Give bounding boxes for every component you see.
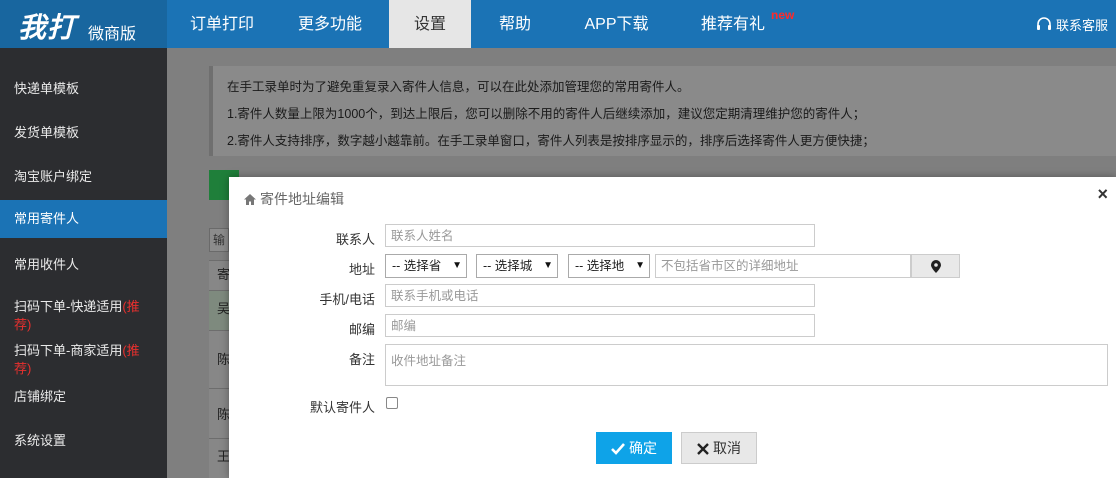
remark-textarea[interactable] [385, 344, 1108, 386]
district-select-value: -- 选择地 [575, 259, 625, 273]
dialog-title: 寄件地址编辑 [243, 189, 344, 209]
cancel-label: 取消 [713, 440, 741, 456]
sidebar-item-scan-order-express[interactable]: 扫码下单-快递适用(推荐) [0, 298, 167, 334]
notice-line: 1.寄件人数量上限为1000个，到达上限后，您可以删除不用的寄件人后继续添加，建… [227, 107, 866, 121]
nav-item-more-features[interactable]: 更多功能 [277, 0, 383, 48]
locate-button[interactable] [911, 254, 960, 278]
sidebar-item-express-template[interactable]: 快递单模板 [0, 78, 167, 96]
nav-item-help[interactable]: 帮助 [479, 0, 551, 48]
dialog-title-text: 寄件地址编辑 [260, 191, 344, 207]
district-select[interactable]: -- 选择地 ▼ [568, 254, 650, 278]
logo-main-text: 我打 [18, 11, 77, 44]
logo-sub-text: 微商版 [88, 26, 137, 43]
caret-down-icon: ▼ [541, 255, 553, 277]
nav-item-app-download[interactable]: APP下载 [569, 0, 664, 48]
logo[interactable]: 我打 微商版 [0, 0, 167, 48]
close-icon [697, 443, 709, 455]
sidebar-item-label: 扫码下单-商家适用 [14, 343, 123, 358]
new-badge: new [771, 8, 795, 22]
customer-service-label: 联系客服 [1055, 18, 1108, 33]
map-marker-icon [931, 260, 941, 273]
headset-icon [1036, 17, 1051, 30]
city-select-value: -- 选择城 [483, 259, 533, 273]
remark-label: 备注 [348, 352, 375, 367]
province-select-value: -- 选择省 [392, 259, 442, 273]
notice-box: 在手工录单时为了避免重复录入寄件人信息，可以在此处添加管理您的常用寄件人。 1.… [209, 66, 1116, 156]
contact-label: 联系人 [335, 232, 375, 247]
sender-address-dialog: 寄件地址编辑 × 联系人 地址 -- 选择省▼ -- 选择城▼ -- 选择地▼ … [229, 177, 1116, 478]
sidebar-item-store-binding[interactable]: 店铺绑定 [0, 386, 167, 404]
default-sender-checkbox[interactable] [386, 397, 398, 409]
confirm-label: 确定 [629, 440, 657, 456]
address-label: 地址 [348, 262, 375, 277]
table-header: 寄 [209, 260, 229, 290]
sidebar-item-taobao-binding[interactable]: 淘宝账户绑定 [0, 166, 167, 184]
phone-input[interactable] [385, 284, 815, 307]
cancel-button[interactable]: 取消 [681, 432, 757, 464]
recommend-tag: (推 [122, 299, 140, 314]
caret-down-icon: ▼ [450, 255, 462, 277]
sender-search-input[interactable]: 输 [209, 228, 229, 252]
zip-label: 邮编 [348, 322, 375, 337]
sidebar-item-delivery-template[interactable]: 发货单模板 [0, 122, 167, 140]
nav-item-order-print[interactable]: 订单打印 [167, 0, 277, 48]
confirm-button[interactable]: 确定 [596, 432, 672, 464]
notice-line: 2.寄件人支持排序，数字越小越靠前。在手工录单窗口，寄件人列表是按排序显示的，排… [227, 134, 875, 148]
table-row[interactable]: 王 [209, 438, 229, 478]
detail-address-input[interactable] [655, 254, 911, 278]
table-row[interactable]: 陈 [209, 388, 229, 438]
sidebar-item-system-settings[interactable]: 系统设置 [0, 430, 167, 448]
phone-label: 手机/电话 [319, 292, 375, 307]
caret-down-icon: ▼ [633, 255, 645, 277]
customer-service-link[interactable]: 联系客服 [1036, 0, 1108, 48]
top-nav-bar: 我打 微商版 订单打印 更多功能 设置 帮助 APP下载 推荐有礼 new 联系… [0, 0, 1116, 48]
recommend-tag: (推 [122, 343, 140, 358]
recommend-tag-end: 荐) [14, 361, 32, 376]
nav-item-referral[interactable]: 推荐有礼 [694, 0, 772, 48]
sidebar-item-label: 扫码下单-快递适用 [14, 299, 123, 314]
zip-code-input[interactable] [385, 314, 815, 337]
sidebar-item-frequent-senders[interactable]: 常用寄件人 [0, 200, 167, 238]
table-row[interactable]: 陈 [209, 330, 229, 388]
notice-line: 在手工录单时为了避免重复录入寄件人信息，可以在此处添加管理您的常用寄件人。 [227, 80, 690, 94]
default-sender-label: 默认寄件人 [309, 400, 375, 415]
recommend-tag-end: 荐) [14, 317, 32, 332]
sidebar-item-frequent-receivers[interactable]: 常用收件人 [0, 254, 167, 272]
contact-name-input[interactable] [385, 224, 815, 247]
table-row[interactable]: 吴 [209, 290, 229, 330]
close-icon[interactable]: × [1097, 185, 1108, 203]
sidebar-item-scan-order-merchant[interactable]: 扫码下单-商家适用(推荐) [0, 342, 167, 378]
province-select[interactable]: -- 选择省 ▼ [385, 254, 467, 278]
city-select[interactable]: -- 选择城 ▼ [476, 254, 558, 278]
check-icon [611, 443, 625, 455]
nav-item-settings[interactable]: 设置 [389, 0, 471, 48]
home-icon [244, 194, 256, 205]
